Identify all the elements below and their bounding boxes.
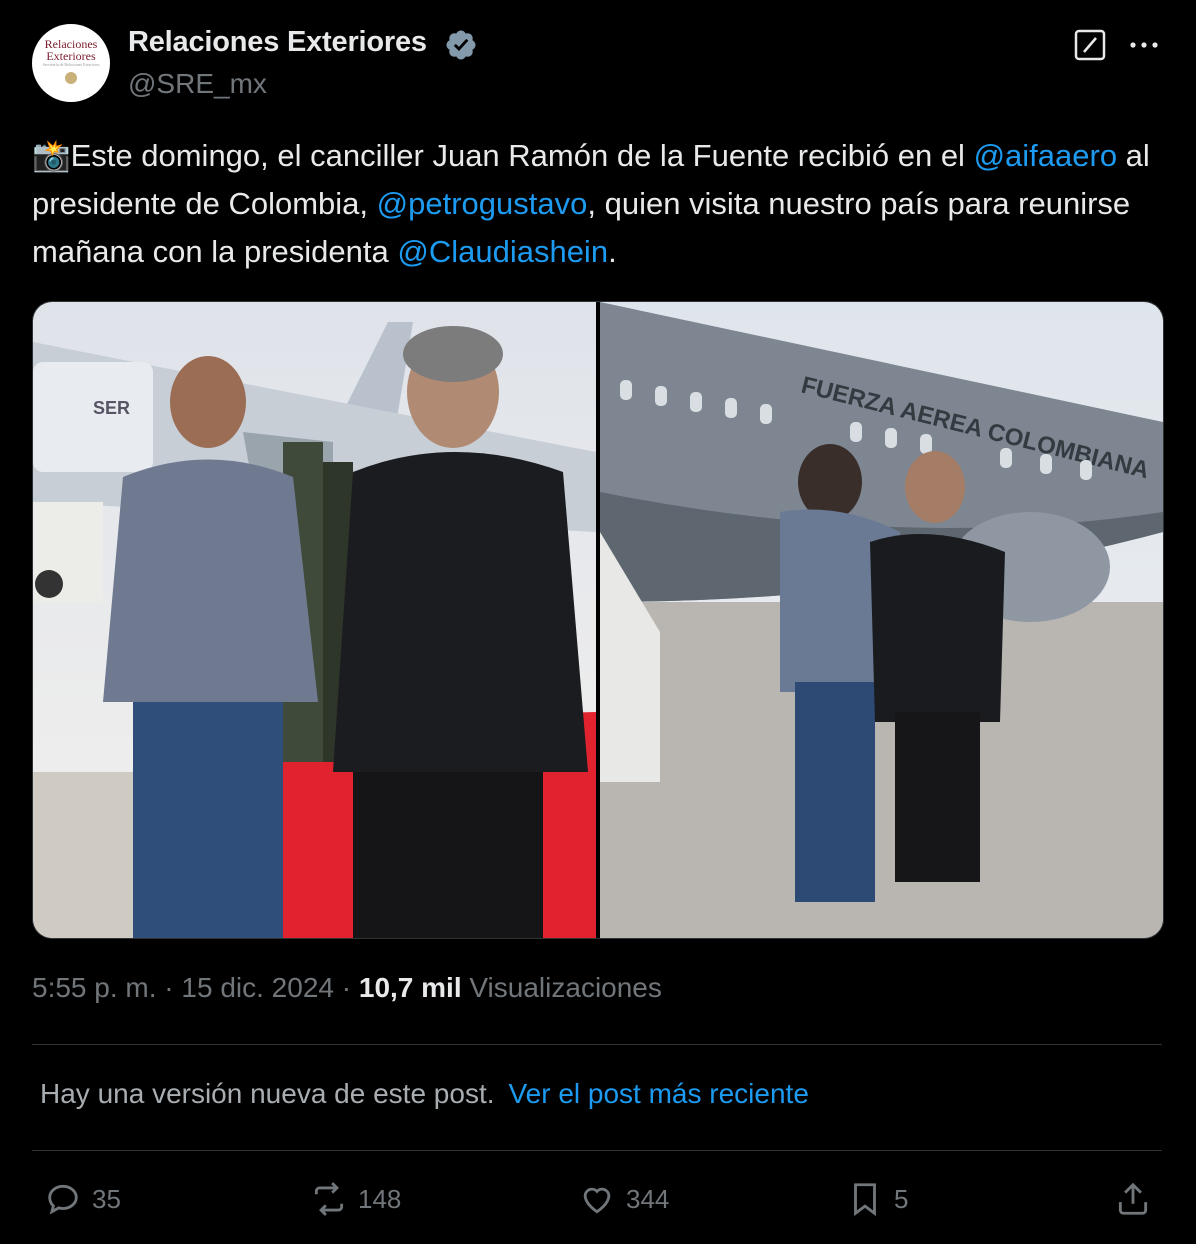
photo-left[interactable]: SER xyxy=(33,302,596,938)
grok-icon[interactable] xyxy=(1073,28,1107,62)
new-version-text: Hay una versión nueva de este post. xyxy=(40,1078,495,1109)
bookmark-button[interactable]: 5 xyxy=(846,1176,908,1222)
like-button[interactable]: 344 xyxy=(578,1176,669,1222)
view-latest-post-link[interactable]: Ver el post más reciente xyxy=(509,1078,809,1109)
like-icon xyxy=(583,1187,611,1214)
repost-button[interactable]: 148 xyxy=(310,1176,401,1222)
media-grid: SER FUERZA AEREA COLOMBIANA xyxy=(32,301,1164,939)
photo-left-airplane-text: SER xyxy=(93,398,130,418)
photo-right[interactable]: FUERZA AEREA COLOMBIANA xyxy=(600,302,1163,938)
mention-link-aifaaero[interactable]: @aifaaero xyxy=(974,138,1118,173)
new-version-notice: Hay una versión nueva de este post. Ver e… xyxy=(40,1078,809,1110)
bookmark-count: 5 xyxy=(894,1183,909,1214)
post-date[interactable]: 15 dic. 2024 xyxy=(181,972,334,1003)
divider xyxy=(32,1044,1162,1045)
author-name[interactable]: Relaciones Exteriores xyxy=(128,26,427,59)
views-label: Visualizaciones xyxy=(469,972,662,1003)
reply-button[interactable]: 35 xyxy=(44,1176,121,1222)
camera-emoji-icon: 📸 xyxy=(32,138,71,173)
reply-icon xyxy=(48,1184,78,1215)
mention-link-petrogustavo[interactable]: @petrogustavo xyxy=(377,186,588,221)
reply-count: 35 xyxy=(92,1183,121,1214)
bookmark-icon xyxy=(854,1183,876,1217)
more-icon[interactable] xyxy=(1124,30,1164,60)
post-text: 📸Este domingo, el canciller Juan Ramón d… xyxy=(32,132,1162,276)
avatar-seal-icon xyxy=(65,72,77,84)
author-handle[interactable]: @SRE_mx xyxy=(128,68,267,100)
author-avatar[interactable]: Relaciones Exteriores Secretaría de Rela… xyxy=(32,24,110,102)
mention-link-claudiashein[interactable]: @Claudiashein xyxy=(397,234,608,269)
post-meta: 5:55 p. m. · 15 dic. 2024 · 10,7 mil Vis… xyxy=(32,972,662,1004)
post-text-segment: Este domingo, el canciller Juan Ramón de… xyxy=(70,138,974,173)
views-count: 10,7 mil xyxy=(358,972,462,1003)
like-count: 344 xyxy=(626,1183,670,1214)
repost-icon xyxy=(314,1182,344,1216)
post-text-segment: . xyxy=(608,234,617,269)
share-button[interactable] xyxy=(1114,1176,1162,1222)
post-time[interactable]: 5:55 p. m. xyxy=(32,972,157,1003)
verified-badge-icon xyxy=(446,30,476,60)
meta-separator: · xyxy=(341,972,352,1003)
divider xyxy=(32,1150,1162,1151)
meta-separator: · xyxy=(164,972,174,1003)
avatar-text-line-2: Exteriores xyxy=(46,49,96,63)
repost-count: 148 xyxy=(358,1183,402,1214)
share-icon xyxy=(1118,1182,1148,1215)
avatar-text-line-3: Secretaría de Relaciones Exteriores xyxy=(42,62,100,67)
